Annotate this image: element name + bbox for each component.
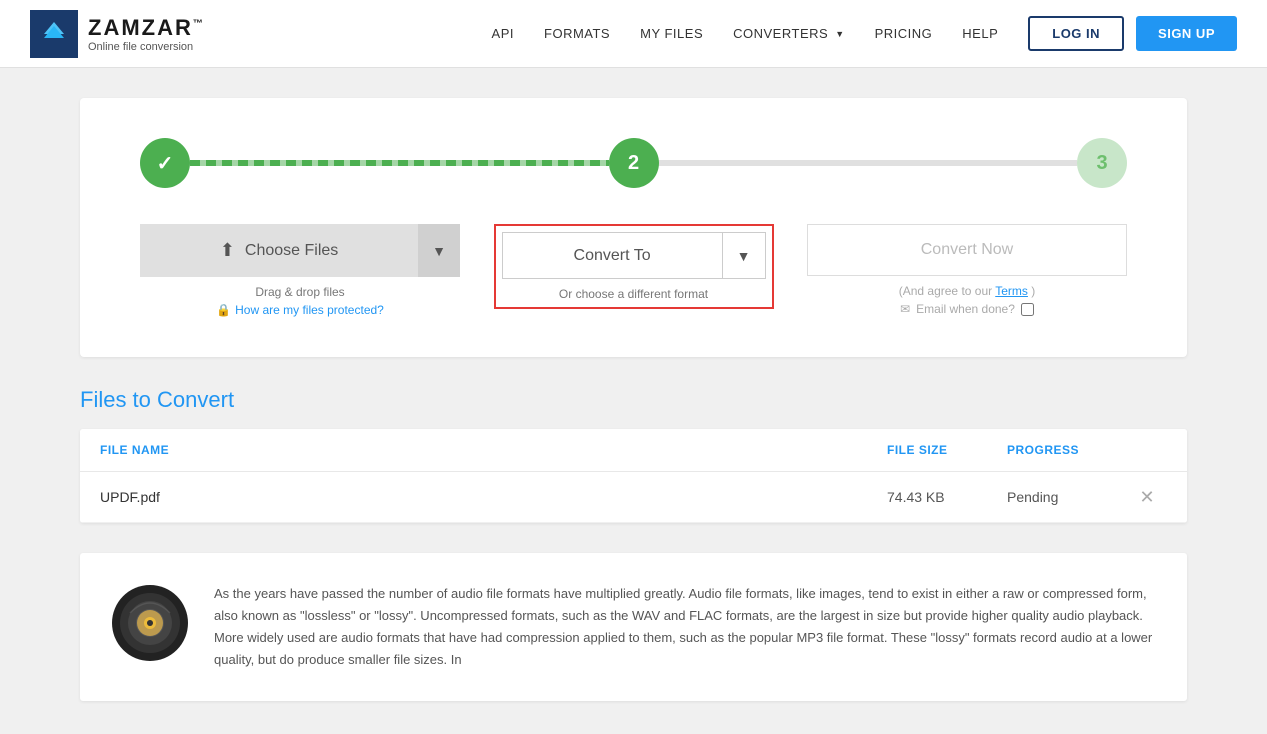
terms-link[interactable]: Terms <box>995 284 1028 298</box>
file-size: 74.43 KB <box>887 489 1007 505</box>
step-1-bubble: ✓ <box>140 138 190 188</box>
convert-now-group: Convert Now (And agree to our Terms ) ✉ … <box>807 224 1127 316</box>
col-header-name: FILE NAME <box>100 443 887 457</box>
file-progress: Pending <box>1007 489 1127 505</box>
info-text: As the years have passed the number of a… <box>214 583 1157 671</box>
login-button[interactable]: LOG IN <box>1028 16 1124 51</box>
actions-row: ⬆ Choose Files ▼ Drag & drop files 🔒 How… <box>140 224 1127 317</box>
convert-to-select[interactable]: Convert To <box>502 232 723 279</box>
convert-to-dropdown-button[interactable]: ▼ <box>723 232 766 279</box>
step-2-bubble: 2 <box>609 138 659 188</box>
col-header-progress: PROGRESS <box>1007 443 1127 457</box>
info-section: As the years have passed the number of a… <box>80 553 1187 701</box>
main-content: ✓ 2 3 ⬆ Choose Files ▼ <box>0 68 1267 731</box>
terms-text: (And agree to our <box>899 284 996 298</box>
col-header-size: FILE SIZE <box>887 443 1007 457</box>
step-3-bubble: 3 <box>1077 138 1127 188</box>
terms-close: ) <box>1031 284 1035 298</box>
logo-name: ZAMZAR™ <box>88 15 205 41</box>
main-nav: API FORMATS MY FILES CONVERTERS ▼ PRICIN… <box>492 26 999 41</box>
nav-pricing[interactable]: PRICING <box>875 26 933 41</box>
convert-now-terms: (And agree to our Terms ) <box>899 284 1036 298</box>
chevron-down-icon: ▼ <box>835 29 844 39</box>
choose-files-dropdown-button[interactable]: ▼ <box>418 224 460 277</box>
step-line-2-3 <box>659 160 1078 166</box>
chevron-down-icon: ▼ <box>432 243 446 259</box>
email-icon: ✉ <box>900 302 910 316</box>
files-section: Files to Convert FILE NAME FILE SIZE PRO… <box>80 387 1187 523</box>
vinyl-icon <box>110 583 190 663</box>
file-remove-cell: ✕ <box>1127 488 1167 506</box>
upload-icon: ⬆ <box>220 240 235 261</box>
convert-to-group: Convert To ▼ Or choose a different forma… <box>494 224 774 309</box>
drag-drop-label: Drag & drop files <box>255 285 344 299</box>
nav-api[interactable]: API <box>492 26 514 41</box>
logo-icon <box>30 10 78 58</box>
remove-file-button[interactable]: ✕ <box>1139 488 1154 506</box>
nav-converters[interactable]: CONVERTERS ▼ <box>733 26 844 41</box>
choose-files-button[interactable]: ⬆ Choose Files <box>140 224 418 277</box>
lock-icon: 🔒 <box>216 303 231 317</box>
logo-text: ZAMZAR™ Online file conversion <box>88 15 205 53</box>
files-title: Files to Convert <box>80 387 1187 413</box>
logo-subtitle: Online file conversion <box>88 41 205 53</box>
email-when-done-checkbox[interactable] <box>1021 303 1034 316</box>
email-label: Email when done? <box>916 302 1015 316</box>
nav-formats[interactable]: FORMATS <box>544 26 610 41</box>
choose-files-btn-wrap: ⬆ Choose Files ▼ <box>140 224 460 277</box>
convert-now-button[interactable]: Convert Now <box>807 224 1127 276</box>
nav-my-files[interactable]: MY FILES <box>640 26 703 41</box>
info-image <box>110 583 190 663</box>
logo-area: ZAMZAR™ Online file conversion <box>30 10 205 58</box>
files-title-highlight: Convert <box>157 387 234 412</box>
step-line-1-2 <box>190 160 609 166</box>
table-row: UPDF.pdf 74.43 KB Pending ✕ <box>80 472 1187 523</box>
convert-to-select-wrap: Convert To ▼ <box>502 232 766 279</box>
email-when-done-row: ✉ Email when done? <box>900 302 1034 316</box>
file-name: UPDF.pdf <box>100 489 887 505</box>
files-table: FILE NAME FILE SIZE PROGRESS UPDF.pdf 74… <box>80 429 1187 523</box>
col-header-action <box>1127 443 1167 457</box>
conversion-card: ✓ 2 3 ⬆ Choose Files ▼ <box>80 98 1187 357</box>
choose-files-group: ⬆ Choose Files ▼ Drag & drop files 🔒 How… <box>140 224 460 317</box>
files-table-header: FILE NAME FILE SIZE PROGRESS <box>80 429 1187 472</box>
chevron-down-icon: ▼ <box>737 248 751 264</box>
file-protection-link[interactable]: 🔒 How are my files protected? <box>216 303 384 317</box>
header: ZAMZAR™ Online file conversion API FORMA… <box>0 0 1267 68</box>
nav-help[interactable]: HELP <box>962 26 998 41</box>
header-buttons: LOG IN SIGN UP <box>1028 16 1237 51</box>
signup-button[interactable]: SIGN UP <box>1136 16 1237 51</box>
convert-to-subtitle: Or choose a different format <box>559 287 708 301</box>
steps-row: ✓ 2 3 <box>140 138 1127 188</box>
